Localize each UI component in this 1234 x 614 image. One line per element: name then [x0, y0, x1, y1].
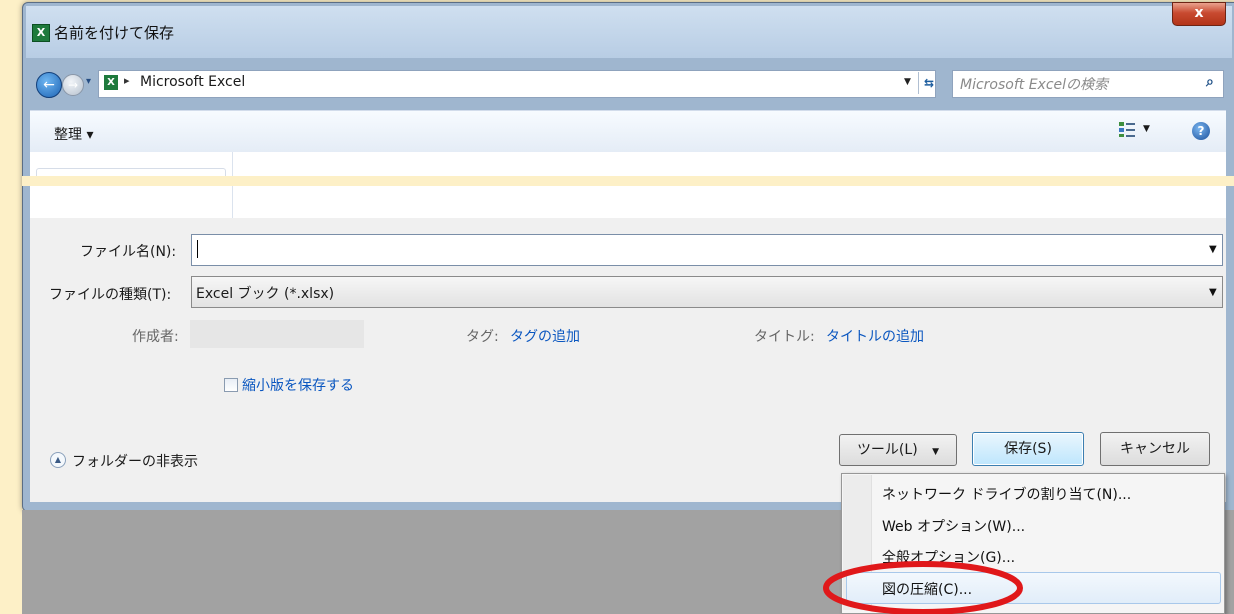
author-field[interactable]	[190, 320, 364, 348]
save-thumbnail-checkbox[interactable]	[224, 378, 238, 392]
filename-field[interactable]	[191, 234, 1223, 266]
organize-menu-button[interactable]: 整理 ▾	[54, 124, 93, 144]
add-tag-link[interactable]: タグの追加	[510, 326, 580, 346]
back-button[interactable]: ←	[36, 72, 62, 98]
cancel-button[interactable]: キャンセル	[1100, 432, 1210, 466]
search-icon[interactable]: ⌕	[1206, 74, 1214, 90]
search-placeholder: Microsoft Excelの検索	[960, 77, 1109, 93]
tools-dropdown-arrow: ▼	[932, 447, 940, 457]
refresh-button[interactable]: ⇆	[918, 72, 939, 94]
filetype-dropdown-arrow[interactable]: ▼	[1209, 287, 1217, 298]
excel-icon: X	[32, 24, 50, 42]
tags-label: タグ:	[466, 329, 499, 345]
filetype-value: Excel ブック (*.xlsx)	[196, 286, 335, 302]
title-label: タイトル:	[754, 329, 815, 345]
menu-item-web-options[interactable]: Web オプション(W)...	[882, 516, 1025, 536]
red-highlight-ellipse	[823, 561, 1023, 614]
view-options-dropdown[interactable]: ▼	[1143, 124, 1150, 134]
collapse-up-icon[interactable]: ▲	[50, 452, 66, 468]
save-thumbnail-label[interactable]: 縮小版を保存する	[242, 375, 354, 395]
close-button[interactable]: x	[1172, 2, 1226, 26]
recent-pages-dropdown[interactable]: ▾	[86, 76, 91, 87]
file-list-pane-lower[interactable]	[233, 186, 1226, 218]
hide-folders-toggle[interactable]: フォルダーの非表示	[72, 451, 198, 471]
command-toolbar	[30, 110, 1226, 154]
add-title-link[interactable]: タイトルの追加	[826, 326, 924, 346]
author-label: 作成者:	[132, 329, 179, 345]
title-bar[interactable]	[26, 6, 1232, 58]
filename-history-dropdown[interactable]: ▼	[1209, 244, 1217, 255]
filetype-label: ファイルの種類(T):	[49, 287, 172, 303]
menu-item-map-network-drive[interactable]: ネットワーク ドライブの割り当て(N)...	[882, 484, 1131, 504]
tools-button-label: ツール(L)	[856, 442, 918, 458]
filename-label: ファイル名(N):	[80, 244, 177, 260]
excel-folder-icon: X	[104, 75, 118, 90]
filetype-select[interactable]	[191, 276, 1223, 308]
breadcrumb-chevron-icon[interactable]: ▸	[124, 74, 130, 87]
screenshot-seam	[22, 176, 1234, 186]
navigation-pane-lower[interactable]	[30, 186, 233, 218]
tools-button[interactable]: ツール(L) ▼	[839, 434, 957, 466]
breadcrumb-location[interactable]: Microsoft Excel	[140, 74, 245, 90]
address-history-dropdown[interactable]: ▼	[904, 77, 911, 87]
text-caret	[197, 240, 198, 258]
window-title: 名前を付けて保存	[54, 24, 175, 42]
save-button[interactable]: 保存(S)	[972, 432, 1084, 466]
file-list-pane[interactable]	[233, 152, 1226, 176]
forward-button[interactable]: →	[62, 74, 84, 96]
change-view-icon[interactable]	[1118, 120, 1136, 138]
help-icon[interactable]: ?	[1192, 122, 1210, 140]
